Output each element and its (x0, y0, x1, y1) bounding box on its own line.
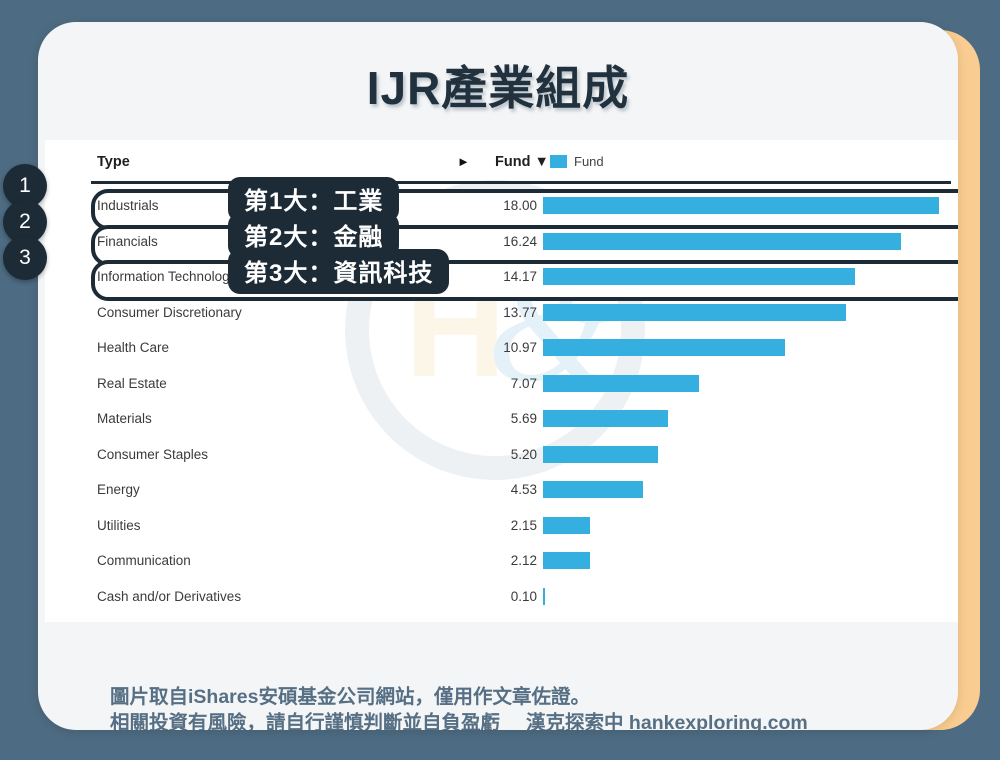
legend-label-fund: Fund (574, 154, 604, 169)
row-bar (543, 552, 590, 570)
row-bar (543, 445, 658, 463)
row-bar-track (543, 401, 953, 437)
screenshot-root: IJR產業組成 H & Type ► Fund ▼ Fund Industria… (0, 0, 1000, 760)
rank-badge-3: 3 (3, 236, 47, 280)
table-row[interactable]: Cash and/or Derivatives 0.10 (45, 579, 958, 615)
header-divider (91, 181, 951, 184)
column-header-type[interactable]: Type (97, 154, 130, 170)
table-row[interactable]: Health Care 10.97 (45, 330, 958, 366)
row-bar-track (543, 330, 953, 366)
row-bar-track (543, 579, 953, 615)
row-label-utilities: Utilities (97, 517, 141, 533)
table-header-row: Type ► Fund ▼ Fund (45, 140, 958, 188)
table-row[interactable]: Energy 4.53 (45, 472, 958, 508)
table-row[interactable]: Financials 16.24 (45, 224, 958, 265)
row-bar-track (543, 472, 953, 508)
row-label-energy: Energy (97, 482, 140, 498)
table-row[interactable]: Information Technology 14.17 (45, 259, 958, 301)
row-value: 5.69 (510, 411, 537, 427)
row-bar-track (543, 188, 953, 224)
row-value: 4.53 (510, 482, 537, 498)
chart-legend: Fund (550, 154, 604, 169)
row-value: 13.77 (503, 304, 537, 320)
row-bar (543, 410, 669, 428)
row-bar (543, 303, 847, 321)
row-bar-track (543, 366, 953, 402)
row-bar (543, 197, 940, 215)
row-bar (543, 481, 643, 499)
row-value: 10.97 (503, 340, 537, 356)
row-bar (543, 339, 785, 357)
row-label-materials: Materials (97, 411, 152, 427)
row-label-consumer-discretionary: Consumer Discretionary (97, 304, 242, 320)
row-value: 16.24 (503, 233, 537, 249)
row-bar-track (543, 508, 953, 544)
row-value: 5.20 (510, 446, 537, 462)
row-bar (543, 374, 699, 392)
column-header-fund[interactable]: Fund ▼ (495, 154, 549, 170)
row-value: 2.15 (510, 517, 537, 533)
row-label-health-care: Health Care (97, 340, 170, 356)
row-label-cash-and-or-derivatives: Cash and/or Derivatives (97, 588, 242, 604)
table-row[interactable]: Consumer Staples 5.20 (45, 437, 958, 473)
chart-panel: H & Type ► Fund ▼ Fund Industrials 18.00 F… (45, 140, 958, 622)
row-value: 18.00 (503, 198, 537, 214)
table-row[interactable]: Real Estate 7.07 (45, 366, 958, 402)
page-title: IJR產業組成 (366, 62, 630, 114)
callout-rank-3: 第3大：資訊科技 (228, 249, 450, 294)
row-label-industrials: Industrials (97, 198, 159, 214)
row-label-real-estate: Real Estate (97, 375, 167, 391)
row-bar-track (543, 259, 953, 295)
row-bar-track (543, 543, 953, 579)
row-bar (543, 232, 901, 250)
row-value: 0.10 (510, 588, 537, 604)
table-row[interactable]: Industrials 18.00 (45, 188, 958, 230)
expand-caret-icon[interactable]: ► (457, 154, 470, 169)
legend-swatch-fund (550, 155, 567, 168)
footer-line-1: 圖片取自iShares安碩基金公司網站，僅用作文章佐證。 (110, 686, 590, 708)
row-label-consumer-staples: Consumer Staples (97, 446, 209, 462)
row-label-financials: Financials (97, 233, 158, 249)
table-row[interactable]: Utilities 2.15 (45, 508, 958, 544)
chart-rows: Industrials 18.00 Financials 16.24 Informati… (45, 188, 958, 614)
footer-line-2: 相關投資有風險，請自行謹慎判斷並自負盈虧 漢克探索中 hankexploring… (110, 710, 808, 730)
footer: 圖片取自iShares安碩基金公司網站，僅用作文章佐證。 相關投資有風險，請自行… (110, 684, 808, 730)
row-bar (543, 516, 591, 534)
row-bar (543, 587, 546, 605)
row-value: 2.12 (510, 553, 537, 569)
content-card: IJR產業組成 H & Type ► Fund ▼ Fund Industria… (38, 22, 958, 730)
row-bar-track (543, 224, 953, 260)
row-bar (543, 268, 856, 286)
row-label-communication: Communication (97, 553, 191, 569)
table-row[interactable]: Communication 2.12 (45, 543, 958, 579)
row-label-information-technology: Information Technology (97, 269, 237, 285)
footer-disclaimer: 相關投資有風險，請自行謹慎判斷並自負盈虧 (110, 712, 501, 730)
table-row[interactable]: Materials 5.69 (45, 401, 958, 437)
footer-brand: 漢克探索中 hankexploring.com (526, 712, 808, 730)
row-value: 7.07 (510, 375, 537, 391)
row-bar-track (543, 437, 953, 473)
